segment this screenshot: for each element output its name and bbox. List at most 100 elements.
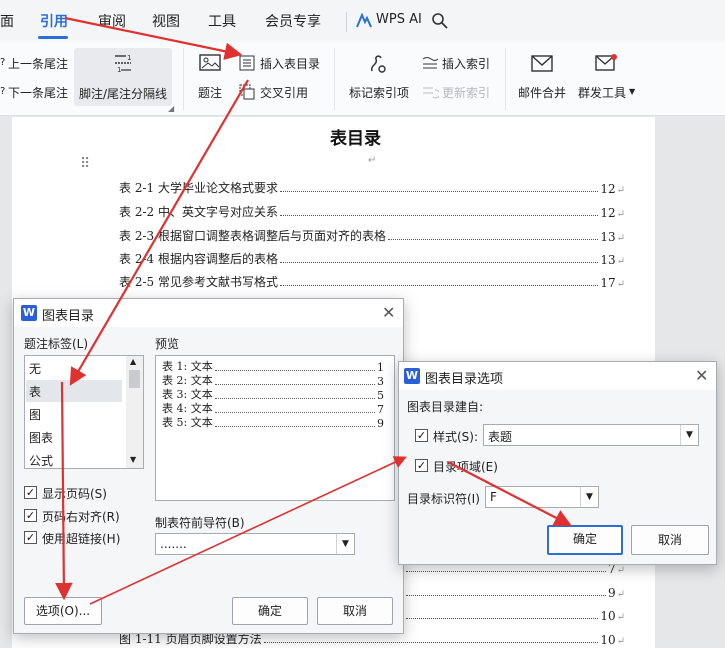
ribbon-toolbar: ? 上一条尾注 ? 下一条尾注 11 脚注/尾注分隔线 ◢ 题注 插入表目录 交… bbox=[0, 42, 725, 116]
paragraph-mark: ↵ bbox=[616, 233, 625, 244]
style-select[interactable]: 表题 ▼ bbox=[483, 424, 699, 446]
preview-leader bbox=[214, 412, 375, 413]
use-hyperlinks-checkbox[interactable]: ✓ bbox=[24, 531, 37, 544]
toc-entry-label: 表 2-3 根据窗口调整表格调整后与页面对齐的表格 bbox=[119, 229, 386, 243]
ok-button[interactable]: 确定 bbox=[232, 597, 308, 625]
prev-endnote-button[interactable]: 上一条尾注 bbox=[8, 55, 68, 72]
caption-label-list[interactable]: 无 表 图 图表 公式 ▲ ▼ bbox=[24, 355, 144, 469]
toc-options-dialog: W 图表目录选项 ✕ 图表目录建自: ✓ 样式(S): 表题 ▼ ✓ 目录项域(… bbox=[398, 361, 717, 565]
tab-wps-ai[interactable]: WPS AI bbox=[376, 12, 422, 27]
mark-index-button[interactable]: 标记索引项 bbox=[349, 84, 409, 101]
paragraph-mark: ↵ bbox=[616, 612, 625, 623]
chevron-down-icon[interactable]: ▼ bbox=[336, 534, 354, 554]
toc-entry-label: 表 2-2 中、英文字号对应关系 bbox=[119, 205, 278, 219]
caption-icon bbox=[199, 54, 221, 77]
mass-send-button[interactable]: 群发工具 bbox=[578, 84, 626, 101]
toc-leader bbox=[279, 262, 599, 263]
toc-fields-checkbox[interactable]: ✓ bbox=[415, 459, 428, 472]
cancel-button[interactable]: 取消 bbox=[317, 597, 393, 625]
toc-entry[interactable]: 表 2-1 大学毕业论文格式要求 12 ↵ bbox=[119, 176, 625, 196]
active-tab-indicator bbox=[38, 36, 68, 39]
list-item[interactable]: 图 bbox=[29, 406, 41, 423]
insert-toc-figures-button[interactable]: 插入表目录 bbox=[260, 55, 320, 72]
scroll-up-icon[interactable]: ▲ bbox=[130, 357, 136, 366]
list-item[interactable]: 表 bbox=[29, 383, 41, 400]
toc-entry-page: 10 bbox=[600, 633, 616, 647]
insert-index-button[interactable]: 插入索引 bbox=[442, 55, 490, 72]
toc-leader bbox=[406, 595, 606, 596]
show-page-numbers-checkbox[interactable]: ✓ bbox=[24, 486, 37, 499]
insert-toc-figures-icon bbox=[239, 55, 255, 74]
right-align-checkbox[interactable]: ✓ bbox=[24, 509, 37, 522]
mass-send-icon bbox=[595, 53, 619, 76]
toc-identifier-value: F bbox=[490, 490, 497, 504]
tab-member[interactable]: 会员专享 bbox=[265, 11, 321, 31]
footnote-separator-button[interactable]: 脚注/尾注分隔线 bbox=[79, 85, 167, 102]
toc-entry-page: 17 bbox=[600, 276, 616, 290]
cancel-button[interactable]: 取消 bbox=[631, 525, 709, 555]
insert-index-icon bbox=[421, 55, 439, 74]
footnote-separator-icon: 11 bbox=[112, 52, 134, 77]
svg-text:1: 1 bbox=[117, 66, 121, 74]
toc-leader bbox=[406, 618, 599, 619]
paragraph-mark: ↵ bbox=[616, 279, 625, 290]
scroll-down-icon[interactable]: ▼ bbox=[130, 455, 136, 464]
list-item[interactable]: 公式 bbox=[29, 452, 53, 469]
build-from-label: 图表目录建自: bbox=[407, 400, 484, 414]
toc-entry[interactable]: 表 2-3 根据窗口调整表格调整后与页面对齐的表格 13 ↵ bbox=[119, 224, 625, 244]
tab-leader-value: ....... bbox=[160, 537, 187, 551]
tab-page[interactable]: 面 bbox=[0, 11, 14, 31]
list-scrollbar[interactable]: ▲ ▼ bbox=[126, 356, 143, 468]
dialog-titlebar[interactable]: W 图表目录选项 ✕ bbox=[399, 362, 716, 390]
style-checkbox[interactable]: ✓ bbox=[415, 429, 428, 442]
cross-reference-button[interactable]: 交叉引用 bbox=[260, 84, 308, 101]
list-item[interactable]: 无 bbox=[29, 360, 41, 377]
search-icon[interactable] bbox=[431, 12, 449, 33]
mail-merge-button[interactable]: 邮件合并 bbox=[518, 84, 566, 101]
show-page-numbers-label: 显示页码(S) bbox=[42, 487, 107, 501]
chevron-down-icon[interactable]: ▼ bbox=[680, 425, 698, 445]
wps-logo-icon: W bbox=[404, 368, 420, 384]
caption-button[interactable]: 题注 bbox=[198, 84, 222, 101]
preview-page: 1 bbox=[377, 361, 384, 374]
drag-handle-icon[interactable]: ⠿ bbox=[80, 156, 90, 172]
chevron-down-icon[interactable]: ▼ bbox=[580, 487, 598, 507]
list-item[interactable]: 图表 bbox=[29, 429, 53, 446]
tab-references[interactable]: 引用 bbox=[40, 11, 68, 31]
preview-leader bbox=[214, 370, 375, 371]
preview-page: 9 bbox=[377, 417, 384, 430]
prev-endnote-icon: ? bbox=[0, 57, 6, 68]
paragraph-mark: ↵ bbox=[616, 565, 625, 576]
toc-entry[interactable]: 9 ↵ bbox=[404, 580, 625, 600]
toc-identifier-select[interactable]: F ▼ bbox=[485, 486, 599, 508]
ok-button[interactable]: 确定 bbox=[547, 525, 623, 555]
wps-ai-icon bbox=[356, 12, 372, 32]
tab-review[interactable]: 审阅 bbox=[98, 11, 126, 31]
tab-tools[interactable]: 工具 bbox=[208, 11, 236, 31]
next-endnote-button[interactable]: 下一条尾注 bbox=[8, 84, 68, 101]
group-launcher-icon[interactable]: ◢ bbox=[168, 104, 174, 113]
toc-entry[interactable]: 表 2-4 根据内容调整后的表格 13 ↵ bbox=[119, 247, 625, 267]
toc-leader bbox=[406, 571, 606, 572]
toc-leader bbox=[387, 239, 599, 240]
tab-leader-select[interactable]: ....... ▼ bbox=[155, 533, 355, 555]
close-icon[interactable]: ✕ bbox=[382, 303, 395, 322]
close-icon[interactable]: ✕ bbox=[695, 366, 708, 385]
style-value: 表题 bbox=[488, 430, 513, 444]
paragraph-mark: ↵ bbox=[368, 155, 377, 166]
paragraph-mark: ↵ bbox=[616, 636, 625, 647]
paragraph-mark: ↵ bbox=[616, 589, 625, 600]
toc-entry[interactable]: 10 ↵ bbox=[404, 603, 625, 623]
scroll-thumb[interactable] bbox=[129, 370, 140, 388]
chevron-down-icon[interactable]: ▼ bbox=[629, 87, 635, 96]
toc-entry[interactable]: 表 2-2 中、英文字号对应关系 12 ↵ bbox=[119, 200, 625, 220]
tab-view[interactable]: 视图 bbox=[152, 11, 180, 31]
dialog-titlebar[interactable]: W 图表目录 ✕ bbox=[14, 299, 403, 327]
toc-entry[interactable]: 表 2-5 常见参考文献书写格式 17 ↵ bbox=[119, 270, 625, 290]
toc-entry-page: 13 bbox=[600, 253, 616, 267]
options-button[interactable]: 选项(O)... bbox=[24, 597, 102, 625]
mark-index-icon bbox=[368, 53, 388, 78]
toc-entry-page: 12 bbox=[600, 206, 616, 220]
toc-entry-label: 表 2-4 根据内容调整后的表格 bbox=[119, 252, 278, 266]
style-label: 样式(S): bbox=[433, 430, 479, 444]
